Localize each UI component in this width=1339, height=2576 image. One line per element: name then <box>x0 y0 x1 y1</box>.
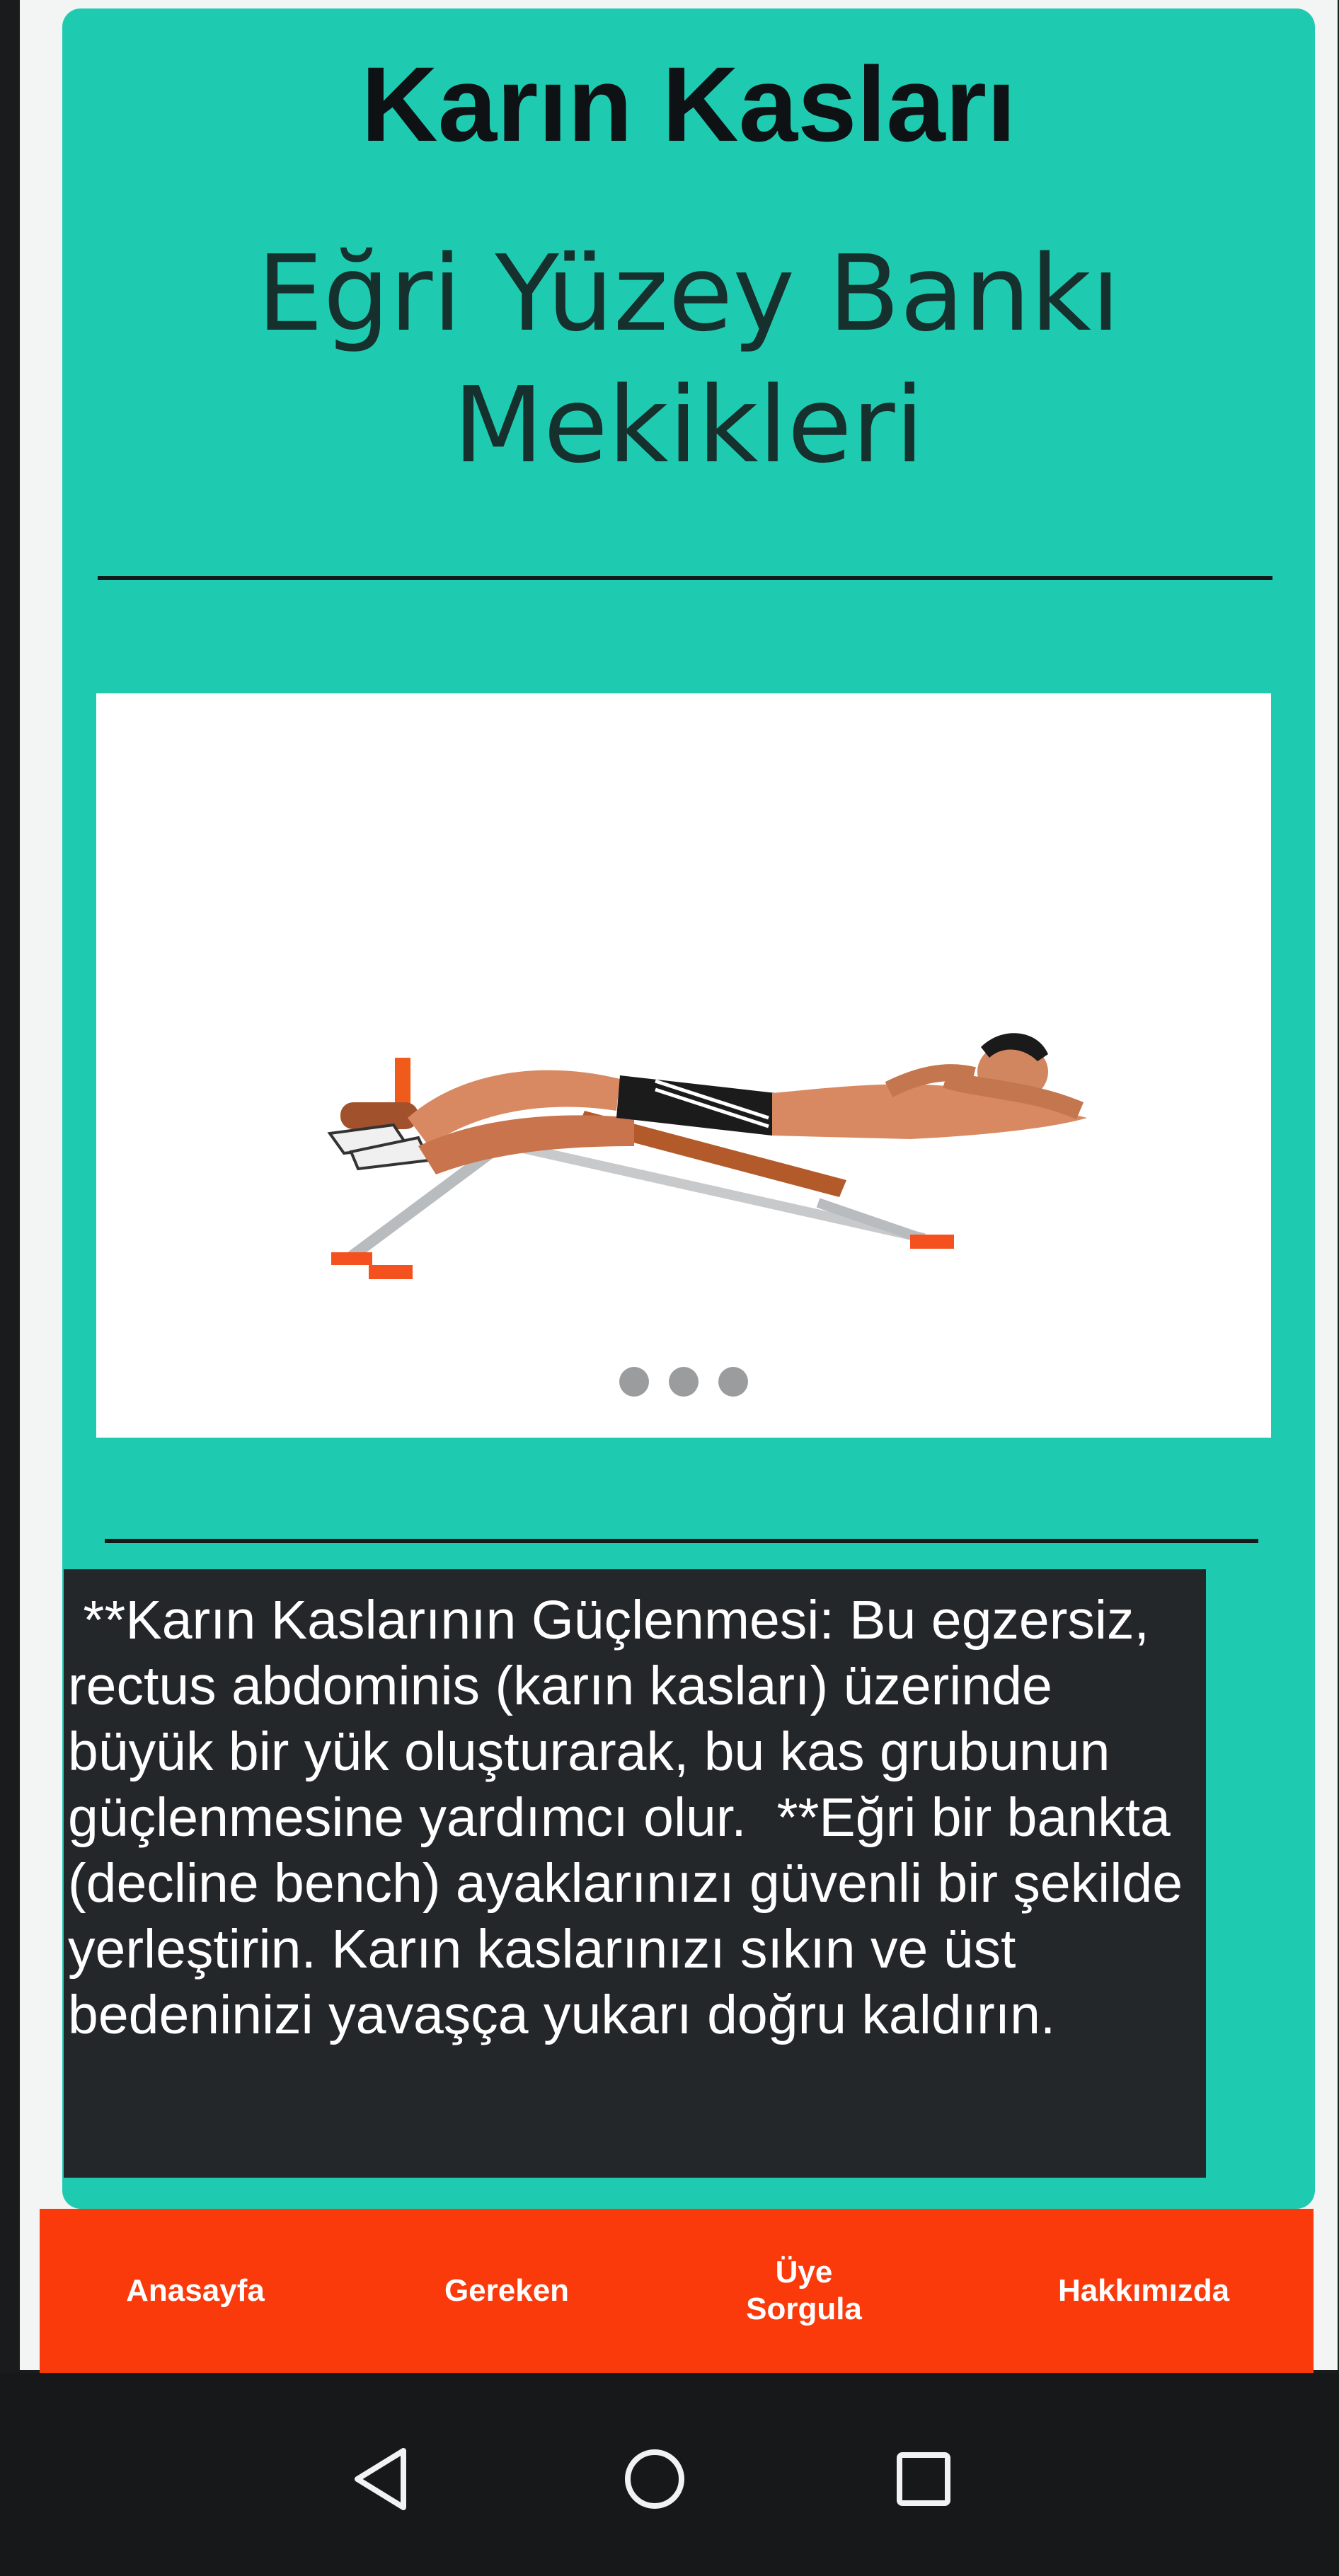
back-icon[interactable] <box>347 2444 418 2514</box>
exercise-description: **Karın Kaslarının Güçlenmesi: Bu egzers… <box>64 1569 1206 2178</box>
exercise-image-carousel[interactable] <box>96 693 1271 1438</box>
description-divider <box>105 1539 1258 1543</box>
nav-item-anasayfa[interactable]: Anasayfa <box>68 2209 323 2373</box>
exercise-photo <box>96 693 1271 1438</box>
title-divider <box>98 576 1272 580</box>
nav-item-gereken[interactable]: Gereken <box>379 2209 634 2373</box>
nav-item-uye-sorgula[interactable]: Üye Sorgula <box>662 2209 946 2373</box>
recent-apps-icon[interactable] <box>888 2444 959 2514</box>
carousel-indicator[interactable] <box>96 1367 1271 1397</box>
bottom-navigation: Anasayfa Gereken Üye Sorgula Hakkımızda <box>40 2209 1314 2373</box>
page-title: Karın Kasları <box>361 45 1016 163</box>
home-icon[interactable] <box>619 2444 690 2514</box>
carousel-dot[interactable] <box>669 1367 699 1397</box>
nav-item-hakkimizda[interactable]: Hakkımızda <box>1002 2209 1285 2373</box>
exercise-name: Eğri Yüzey Bankı Mekikleri <box>257 233 1120 486</box>
carousel-dot[interactable] <box>718 1367 748 1397</box>
phone-frame: Karın Kasları Eğri Yüzey Bankı Mekikleri <box>0 0 1339 2576</box>
app-screen: Karın Kasları Eğri Yüzey Bankı Mekikleri <box>20 0 1338 2373</box>
carousel-dot[interactable] <box>619 1367 649 1397</box>
system-navigation-bar <box>0 2373 1339 2576</box>
